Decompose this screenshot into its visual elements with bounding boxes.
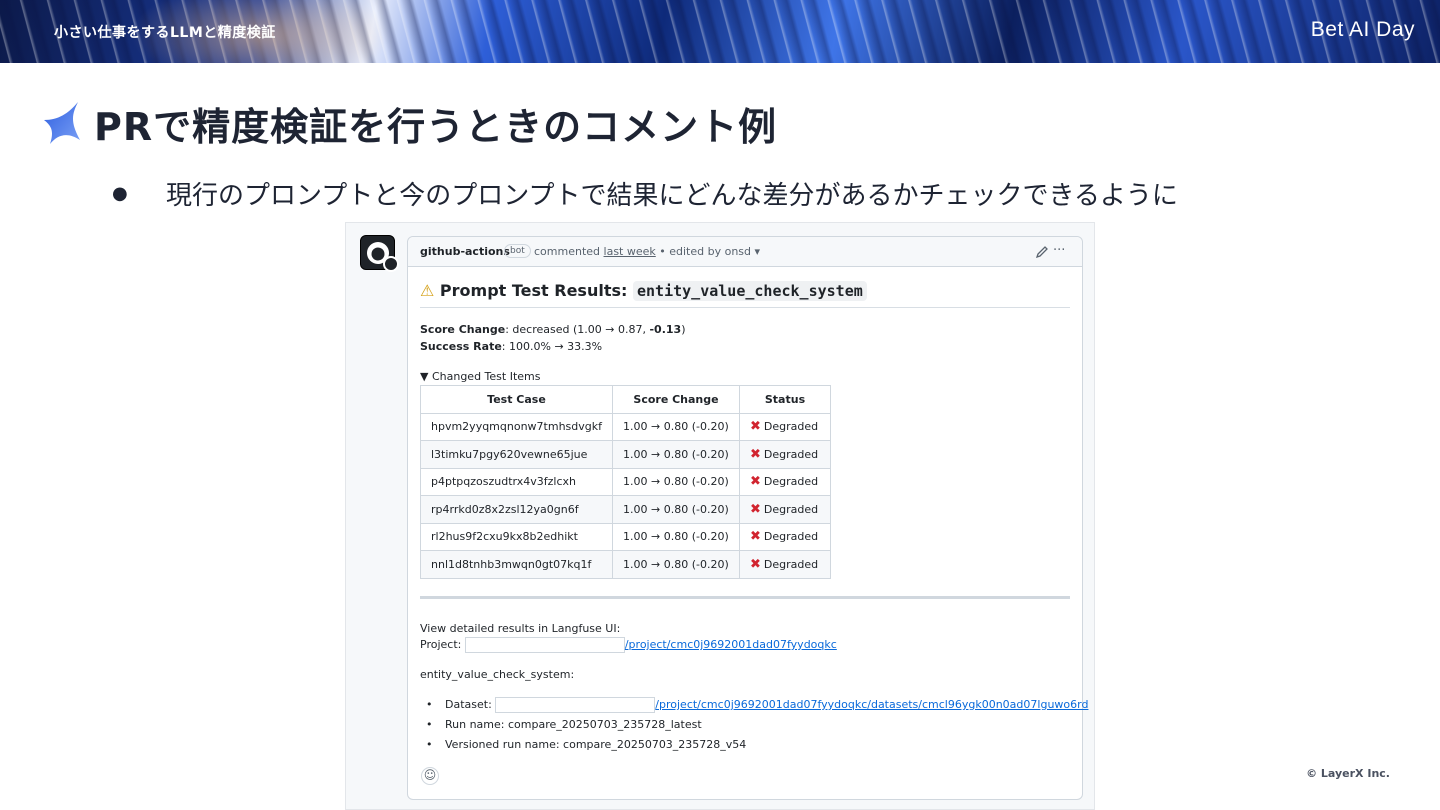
score-change-line: Score Change: decreased (1.00 → 0.87, -0… [420, 323, 685, 336]
comment-meta: commented last week • edited by onsd ▾ [534, 245, 760, 258]
smiley-reaction-icon[interactable]: ☺ [421, 767, 439, 785]
kebab-menu-icon[interactable]: ··· [1053, 243, 1065, 258]
bullet-text: 現行のプロンプトと今のプロンプトで結果にどんな差分があるかチェックできるように [166, 181, 1178, 211]
status-text: Degraded [763, 475, 819, 489]
divider [420, 307, 1070, 308]
result-heading-code: entity_value_check_system [632, 281, 867, 301]
section-title: 小さい仕事をするLLMと精度検証 [54, 25, 276, 41]
score-change-value: : decreased (1.00 → 0.87, [505, 323, 650, 336]
status-text: Degraded [763, 502, 819, 516]
bullet-dot: ● [112, 183, 128, 204]
chevron-down-icon[interactable]: ▾ [755, 245, 761, 258]
success-rate-line: Success Rate: 100.0% → 33.3% [420, 340, 602, 353]
cross-mark-icon: ✖ [750, 501, 761, 517]
cross-mark-icon: ✖ [750, 529, 761, 545]
view-results-text: View detailed results in Langfuse UI: [420, 622, 621, 635]
status-cell: ✖ Degraded [739, 550, 831, 579]
status-cell: ✖ Degraded [739, 495, 831, 524]
copyright: © LayerX Inc. [1306, 767, 1390, 780]
score-change-cell: 1.00 → 0.80 (-0.20) [612, 522, 740, 551]
status-cell: ✖ Degraded [739, 440, 831, 469]
list-item: Dataset: /project/cmc0j9692001dad07fyydo… [420, 695, 1088, 715]
status-text: Degraded [763, 420, 819, 434]
cross-mark-icon: ✖ [750, 556, 761, 572]
list-item: Run name: compare_20250703_235728_latest [420, 715, 1088, 735]
timestamp-link[interactable]: last week [604, 245, 656, 258]
cross-mark-icon: ✖ [750, 474, 761, 490]
score-change-cell: 1.00 → 0.80 (-0.20) [612, 440, 740, 469]
pencil-icon[interactable] [1035, 245, 1049, 259]
bot-badge: bot [504, 244, 531, 258]
status-cell: ✖ Degraded [739, 522, 831, 551]
result-heading: ⚠ Prompt Test Results: entity_value_chec… [420, 281, 867, 301]
table-row: rl2hus9f2cxu9kx8b2edhikt 1.00 → 0.80 (-0… [420, 522, 831, 551]
list-item: Versioned run name: compare_20250703_235… [420, 735, 1088, 755]
status-cell: ✖ Degraded [739, 412, 831, 441]
redacted-host-box [495, 697, 656, 713]
project-link[interactable]: /project/cmc0j9692001dad07fyydoqkc [625, 638, 837, 651]
column-header-status: Status [739, 385, 831, 414]
redacted-host-box [464, 637, 625, 653]
test-case-cell: l3timku7pgy620vewne65jue [420, 440, 613, 469]
score-change-label: Score Change [420, 323, 506, 336]
cross-mark-icon: ✖ [750, 446, 761, 462]
result-heading-text: Prompt Test Results: [439, 281, 628, 300]
success-rate-label: Success Rate [420, 340, 502, 353]
test-case-cell: hpvm2yyqmqnonw7tmhsdvgkf [420, 412, 613, 441]
meta-prefix: commented [534, 245, 601, 258]
page-title: PRで精度検証を行うときのコメント例 [94, 105, 778, 149]
changed-tests-table: Test Case Score Change Status hpvm2yyqmq… [420, 385, 831, 579]
table-row: rp4rrkd0z8x2zsl12ya0gn6f 1.00 → 0.80 (-0… [420, 495, 831, 524]
score-change-cell: 1.00 → 0.80 (-0.20) [612, 550, 740, 579]
actions-badge-icon [383, 256, 399, 272]
table-row: p4ptpqzoszudtrx4v3fzlcxh 1.00 → 0.80 (-0… [420, 467, 831, 496]
score-change-delta: -0.13 [649, 323, 682, 336]
table-row: nnl1d8tnhb3mwqn0gt07kq1f 1.00 → 0.80 (-0… [420, 550, 831, 579]
cross-mark-icon: ✖ [750, 419, 761, 435]
dataset-label: Dataset: [445, 698, 492, 711]
success-rate-value: : 100.0% → 33.3% [501, 340, 603, 353]
table-row: hpvm2yyqmqnonw7tmhsdvgkf 1.00 → 0.80 (-0… [420, 412, 831, 441]
score-change-end: ) [681, 323, 686, 336]
score-change-cell: 1.00 → 0.80 (-0.20) [612, 495, 740, 524]
score-change-cell: 1.00 → 0.80 (-0.20) [612, 467, 740, 496]
sparkle-icon [44, 102, 80, 144]
system-name: entity_value_check_system: [420, 668, 575, 681]
details-summary[interactable]: ▼ Changed Test Items [420, 370, 540, 383]
project-line: Project: /project/cmc0j9692001dad07fyydo… [420, 637, 837, 653]
status-text: Degraded [763, 557, 819, 571]
section-divider [420, 596, 1070, 599]
status-text: Degraded [763, 447, 819, 461]
column-header-test-case: Test Case [420, 385, 613, 414]
comment-card: github-actions bot commented last week •… [407, 236, 1088, 800]
dataset-link[interactable]: /project/cmc0j9692001dad07fyydoqkc/datas… [655, 698, 1088, 711]
test-case-cell: rl2hus9f2cxu9kx8b2edhikt [420, 522, 613, 551]
test-case-cell: nnl1d8tnhb3mwqn0gt07kq1f [420, 550, 613, 579]
table-row: l3timku7pgy620vewne65jue 1.00 → 0.80 (-0… [420, 440, 831, 469]
status-text: Degraded [763, 530, 819, 544]
comment-header: github-actions bot commented last week •… [408, 237, 1082, 267]
test-case-cell: p4ptpqzoszudtrx4v3fzlcxh [420, 467, 613, 496]
column-header-score-change: Score Change [612, 385, 740, 414]
score-change-cell: 1.00 → 0.80 (-0.20) [612, 412, 740, 441]
status-cell: ✖ Degraded [739, 467, 831, 496]
author-link[interactable]: github-actions [420, 245, 510, 258]
brand-logo: Bet AI Day [1310, 18, 1415, 41]
header-banner: 小さい仕事をするLLMと精度検証 Bet AI Day [0, 0, 1440, 63]
project-label: Project: [420, 638, 462, 651]
test-case-cell: rp4rrkd0z8x2zsl12ya0gn6f [420, 495, 613, 524]
edited-by[interactable]: • edited by onsd [659, 245, 751, 258]
warning-icon: ⚠ [420, 281, 435, 300]
run-info-list: Dataset: /project/cmc0j9692001dad07fyydo… [420, 695, 1088, 755]
table-header-row: Test Case Score Change Status [420, 385, 831, 414]
